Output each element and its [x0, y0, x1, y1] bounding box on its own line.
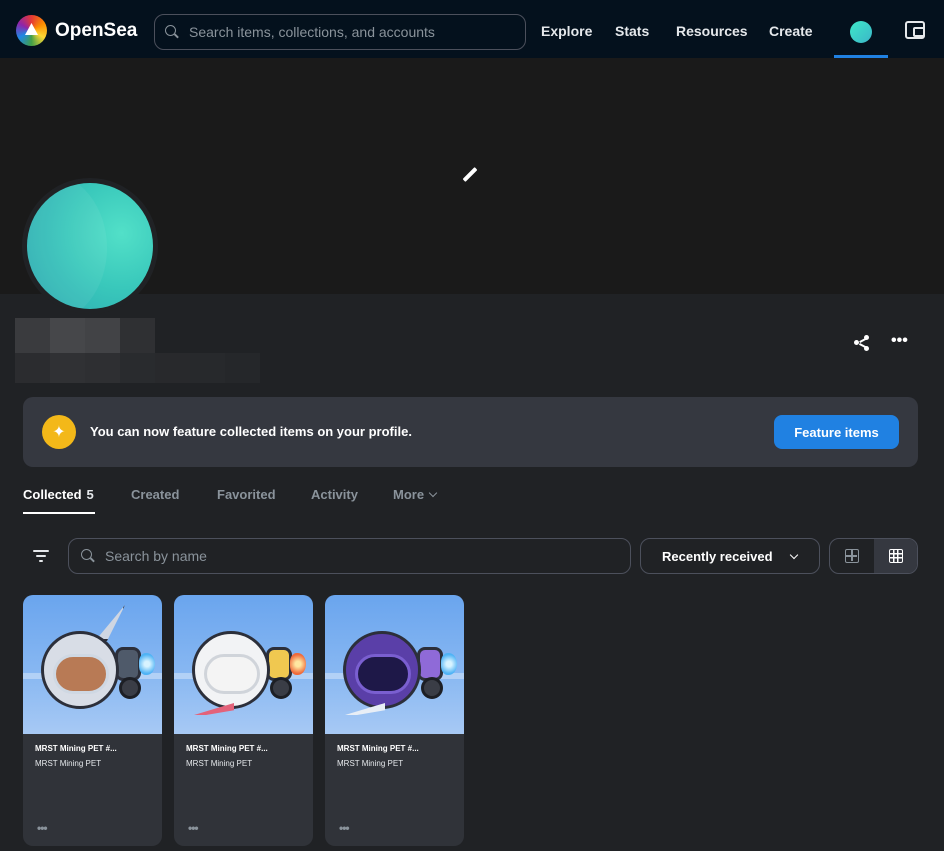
tab-more-label: More — [393, 487, 425, 502]
account-avatar[interactable] — [850, 21, 872, 43]
search-icon — [165, 25, 179, 39]
sort-dropdown[interactable]: Recently received — [640, 538, 820, 574]
grid-size-toggle — [829, 538, 918, 574]
opensea-logo-icon — [16, 15, 47, 46]
feature-banner-text: You can now feature collected items on y… — [90, 424, 412, 439]
nft-image — [174, 595, 313, 734]
nft-title: MRST Mining PET #... — [35, 744, 117, 753]
top-nav: OpenSea Explore Stats Resources Create — [0, 0, 944, 58]
feature-items-banner: ✦ You can now feature collected items on… — [23, 397, 918, 467]
global-search-input[interactable] — [189, 24, 519, 40]
nav-explore[interactable]: Explore — [541, 23, 592, 39]
nav-stats[interactable]: Stats — [615, 23, 649, 39]
nft-image — [23, 595, 162, 734]
tab-activity[interactable]: Activity — [311, 487, 358, 502]
grid-large-icon — [845, 549, 859, 563]
more-icon[interactable]: ••• — [188, 821, 199, 835]
nft-image — [325, 595, 464, 734]
edit-icon[interactable] — [462, 168, 478, 184]
tab-more[interactable]: More — [393, 487, 438, 502]
tab-collected-label: Collected — [23, 487, 82, 502]
wallet-icon[interactable] — [905, 21, 925, 39]
share-icon[interactable] — [852, 332, 874, 354]
search-icon — [81, 549, 95, 563]
tab-collected[interactable]: Collected 5 — [23, 487, 94, 502]
item-search[interactable] — [68, 538, 631, 574]
nav-resources[interactable]: Resources — [676, 23, 748, 39]
item-search-input[interactable] — [105, 548, 605, 564]
more-icon[interactable]: ••• — [339, 821, 350, 835]
profile-avatar[interactable] — [22, 178, 158, 314]
filter-icon[interactable] — [33, 549, 49, 563]
logo[interactable]: OpenSea — [16, 15, 137, 46]
nft-title: MRST Mining PET #... — [186, 744, 268, 753]
nft-collection: MRST Mining PET — [186, 759, 253, 768]
grid-small-icon — [889, 549, 903, 563]
tab-created[interactable]: Created — [131, 487, 179, 502]
tab-active-indicator — [23, 512, 95, 514]
sort-dropdown-value: Recently received — [662, 548, 773, 564]
chevron-down-icon — [789, 550, 799, 560]
nft-title: MRST Mining PET #... — [337, 744, 419, 753]
tab-collected-count: 5 — [86, 487, 94, 502]
tab-favorited[interactable]: Favorited — [217, 487, 276, 502]
feature-items-button[interactable]: Feature items — [774, 415, 899, 449]
grid-large-button[interactable] — [830, 539, 874, 573]
nav-create[interactable]: Create — [769, 23, 813, 39]
nft-collection: MRST Mining PET — [337, 759, 404, 768]
brand-name: OpenSea — [55, 19, 138, 41]
nft-card[interactable]: MRST Mining PET #... MRST Mining PET ••• — [174, 595, 313, 846]
nft-card[interactable]: MRST Mining PET #... MRST Mining PET ••• — [325, 595, 464, 846]
profile-avatar-image — [27, 183, 153, 309]
sparkle-icon: ✦ — [42, 415, 76, 449]
nft-collection: MRST Mining PET — [35, 759, 102, 768]
grid-small-button[interactable] — [874, 539, 917, 573]
more-icon[interactable]: ••• — [37, 821, 48, 835]
chevron-down-icon — [428, 488, 438, 498]
global-search[interactable] — [154, 14, 526, 50]
more-icon[interactable]: ••• — [891, 333, 913, 356]
nft-card[interactable]: MRST Mining PET #... MRST Mining PET ••• — [23, 595, 162, 846]
